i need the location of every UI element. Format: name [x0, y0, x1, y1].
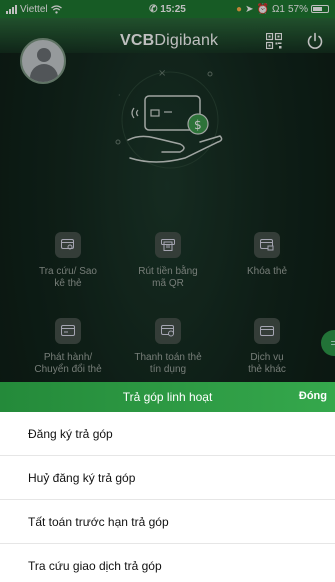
app-screen: Viettel ✆ 15:25 ● ➤ ⏰ Ω1 57% VCBDigibank — [0, 0, 335, 582]
sheet-title: Trả góp linh hoạt — [122, 390, 213, 404]
option-huy-dang-ky-tra-gop[interactable]: Huỷ đăng ký trả góp — [0, 456, 335, 500]
sheet-header: Trả góp linh hoạt Đóng — [0, 382, 335, 412]
bottom-sheet: Trả góp linh hoạt Đóng Đăng ký trả góp H… — [0, 382, 335, 582]
close-button[interactable]: Đóng — [299, 390, 327, 402]
option-tra-cuu-giao-dich[interactable]: Tra cứu giao dịch trả góp — [0, 544, 335, 582]
option-tat-toan-truoc-han[interactable]: Tất toán trước hạn trả góp — [0, 500, 335, 544]
option-dang-ky-tra-gop[interactable]: Đăng ký trả góp — [0, 412, 335, 456]
